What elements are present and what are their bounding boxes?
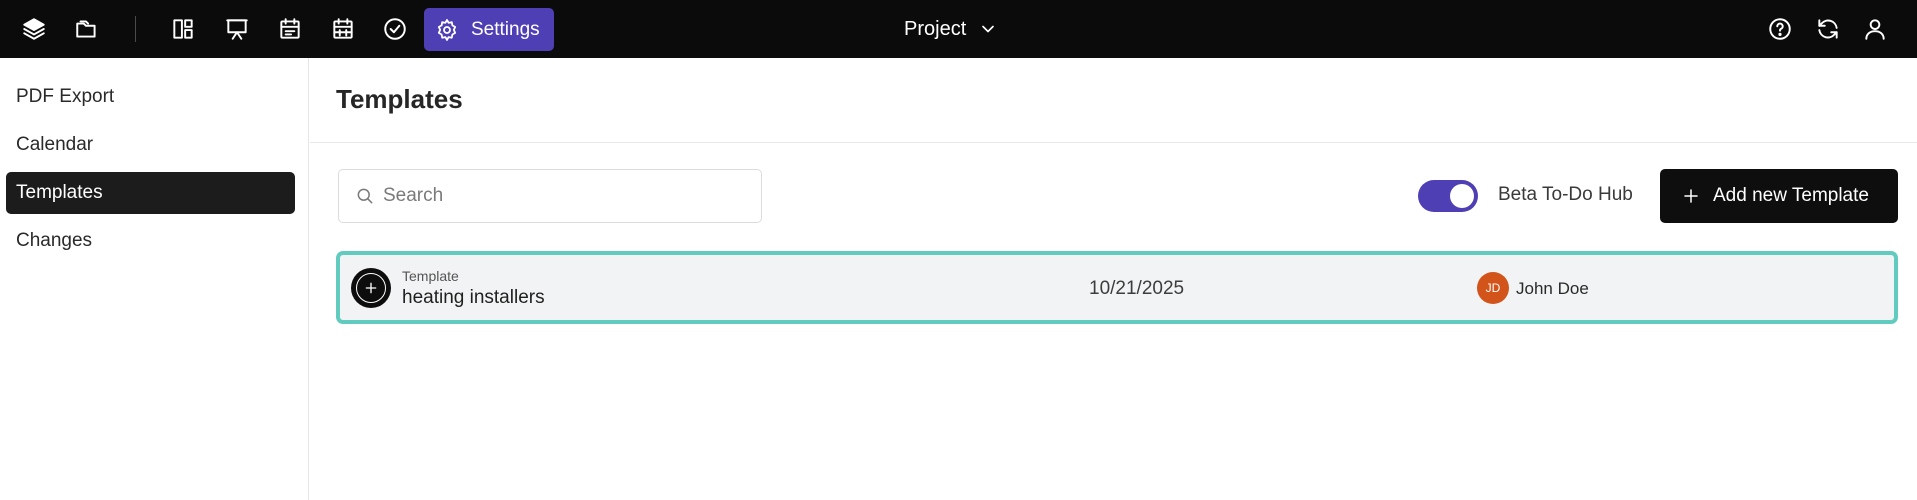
- settings-label: Settings: [471, 18, 540, 40]
- add-circle-icon[interactable]: [351, 268, 391, 308]
- page-title: Templates: [336, 84, 463, 114]
- beta-todo-hub-label: Beta To-Do Hub: [1498, 184, 1633, 205]
- calendar-grid-icon[interactable]: [325, 11, 361, 47]
- avatar: JD: [1477, 272, 1509, 304]
- project-dropdown[interactable]: Project: [904, 15, 998, 43]
- top-bar: Settings Project: [0, 0, 1917, 58]
- row-date: 10/21/2025: [1089, 278, 1185, 299]
- table-row[interactable]: Template heating installers 10/21/2025 J…: [336, 251, 1898, 324]
- search-input[interactable]: [383, 185, 753, 207]
- title-divider: [310, 142, 1917, 143]
- plus-icon: [1684, 189, 1698, 203]
- chevron-down-icon: [982, 25, 995, 33]
- presentation-icon[interactable]: [219, 11, 255, 47]
- layers-icon[interactable]: [16, 11, 52, 47]
- toggle-knob: [1450, 184, 1474, 208]
- sidebar: PDF Export Calendar Templates Changes: [0, 58, 309, 500]
- refresh-icon[interactable]: [1810, 11, 1846, 47]
- row-template-name: heating installers: [402, 287, 545, 308]
- check-circle-icon[interactable]: [377, 11, 413, 47]
- sidebar-item-templates[interactable]: Templates: [6, 172, 295, 214]
- calendar-icon[interactable]: [272, 11, 308, 47]
- row-user-name: John Doe: [1516, 279, 1589, 298]
- search-icon: [357, 188, 373, 204]
- search-box[interactable]: [338, 169, 762, 223]
- help-icon[interactable]: [1762, 11, 1798, 47]
- toolbar-divider: [135, 16, 136, 42]
- sidebar-item-calendar[interactable]: Calendar: [6, 124, 295, 166]
- user-icon[interactable]: [1857, 11, 1893, 47]
- add-template-button[interactable]: Add new Template: [1660, 169, 1898, 223]
- row-type-label: Template: [402, 268, 459, 284]
- beta-todo-hub-toggle[interactable]: [1418, 180, 1478, 212]
- folder-icon[interactable]: [69, 11, 105, 47]
- gear-icon: [437, 18, 457, 41]
- sidebar-item-pdf-export[interactable]: PDF Export: [6, 76, 295, 118]
- sidebar-item-changes[interactable]: Changes: [6, 220, 295, 262]
- project-label: Project: [904, 17, 967, 40]
- settings-button[interactable]: Settings: [424, 8, 554, 51]
- dashboard-icon[interactable]: [165, 11, 201, 47]
- add-template-label: Add new Template: [1713, 185, 1869, 206]
